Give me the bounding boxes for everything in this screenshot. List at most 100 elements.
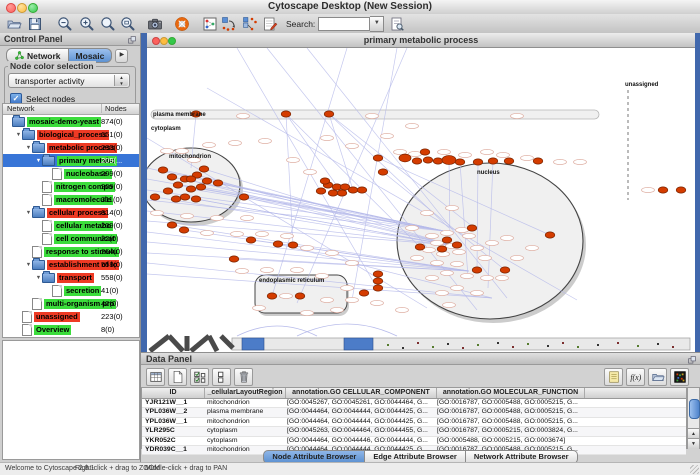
open-icon[interactable] [6, 16, 22, 32]
graph-node[interactable] [167, 222, 177, 228]
network-frame-titlebar[interactable]: primary metabolic process [147, 33, 695, 48]
zoom-out-icon[interactable] [57, 16, 73, 32]
graph-node[interactable] [213, 180, 223, 186]
graph-node[interactable] [455, 159, 465, 165]
tree-row[interactable]: nucleobase-209(0) [3, 167, 139, 180]
graph-node[interactable] [267, 293, 277, 299]
tree-row[interactable]: ▼cellular process614(0) [3, 206, 139, 219]
search-options-icon[interactable] [389, 16, 405, 32]
save-icon[interactable] [27, 16, 43, 32]
table-row[interactable]: YLR295Ccytoplasm[GO:0045263, GO:0044464,… [142, 427, 686, 436]
graph-node[interactable] [357, 187, 367, 193]
graph-node[interactable] [173, 182, 183, 188]
import-attributes-icon[interactable] [648, 368, 667, 386]
minimize-window-icon[interactable] [17, 3, 27, 13]
graph-node[interactable] [320, 178, 330, 184]
tree-row[interactable]: ▼biological_process651(0) [3, 128, 139, 141]
graph-node[interactable] [373, 278, 383, 284]
graph-node[interactable] [328, 190, 338, 196]
graph-node[interactable] [442, 155, 456, 164]
graph-node[interactable] [229, 256, 239, 262]
layout-2-icon[interactable] [242, 16, 258, 32]
snapshot-icon[interactable] [147, 16, 163, 32]
search-input[interactable] [318, 17, 370, 31]
resize-grip-icon[interactable] [690, 465, 699, 474]
graph-node[interactable] [316, 188, 326, 194]
graph-node[interactable] [186, 176, 196, 182]
graph-node[interactable] [423, 157, 433, 163]
annotation-icon[interactable] [262, 16, 278, 32]
tree-expand-icon[interactable]: ▼ [15, 132, 22, 138]
attribute-notes-icon[interactable] [604, 368, 623, 386]
tree-row[interactable]: ▼metabolic process280(0) [3, 141, 139, 154]
overview-icon[interactable] [202, 16, 218, 32]
frame-minimize-icon[interactable] [160, 37, 168, 45]
graph-node[interactable] [348, 187, 358, 193]
tree-expand-icon[interactable]: ▼ [35, 158, 42, 164]
graph-node[interactable] [399, 154, 411, 162]
tree-row[interactable]: secretion41(0) [3, 284, 139, 297]
graph-node[interactable] [281, 111, 291, 117]
graph-node[interactable] [658, 187, 668, 193]
scrollbar-thumb[interactable] [689, 399, 700, 419]
graph-node[interactable] [545, 232, 555, 238]
delete-attributes-icon[interactable] [234, 368, 253, 386]
graph-node[interactable] [150, 194, 160, 200]
graph-node[interactable] [324, 111, 334, 117]
graph-node[interactable] [373, 285, 383, 291]
graph-node[interactable] [500, 267, 510, 273]
graph-node[interactable] [452, 242, 462, 248]
graph-node[interactable] [171, 196, 181, 202]
table-row[interactable]: YKR052Ccytoplasm[GO:0044464, GO:0044446,… [142, 437, 686, 446]
graph-node[interactable] [186, 186, 196, 192]
graph-node[interactable] [433, 158, 443, 164]
tree-row[interactable]: response to stimulu264(0) [3, 245, 139, 258]
graph-node[interactable] [533, 158, 543, 164]
tree-row[interactable]: mosaic-demo-yeast874(0) [3, 115, 139, 128]
select-attributes-icon[interactable] [190, 368, 209, 386]
unselect-attributes-icon[interactable] [212, 368, 231, 386]
table-row[interactable]: YPL036W__2plasma membrane[GO:0044464, GO… [142, 408, 686, 417]
graph-node[interactable] [163, 188, 173, 194]
float-panel-icon[interactable] [127, 35, 137, 45]
new-attribute-icon[interactable] [168, 368, 187, 386]
tree-row[interactable]: nitrogen compo209(0) [3, 180, 139, 193]
graph-node[interactable] [167, 174, 177, 180]
attribute-function-icon[interactable]: f(x) [626, 368, 645, 386]
node-color-dropdown[interactable]: transporter activity ▲▼ [8, 73, 130, 88]
tree-expand-icon[interactable]: ▼ [35, 275, 42, 281]
graph-node[interactable] [202, 178, 212, 184]
graph-node[interactable] [273, 241, 283, 247]
graph-node[interactable] [473, 159, 483, 165]
tree-row[interactable]: ▼primary metabo209(... [3, 154, 139, 167]
graph-node[interactable] [412, 158, 422, 164]
table-column-header[interactable]: _cellularLayoutRegion [205, 388, 286, 398]
graph-node[interactable] [337, 190, 347, 196]
table-column-header[interactable]: annotation.GO CELLULAR_COMPONENT [286, 388, 437, 398]
close-window-icon[interactable] [6, 3, 16, 13]
layout-1-icon[interactable] [221, 16, 237, 32]
zoom-window-icon[interactable] [28, 3, 38, 13]
graph-node[interactable] [467, 225, 477, 231]
frame-zoom-icon[interactable] [168, 37, 176, 45]
graph-node[interactable] [676, 187, 686, 193]
graph-node[interactable] [420, 149, 430, 155]
graph-node[interactable] [437, 246, 447, 252]
table-scrollbar[interactable]: ▲ ▼ [687, 387, 700, 449]
tree-row[interactable]: Overview8(0) [3, 323, 139, 336]
graph-node[interactable] [158, 167, 168, 173]
table-column-header[interactable]: ID [142, 388, 205, 398]
graph-node[interactable] [179, 227, 189, 233]
table-row[interactable]: YPL036W__1mitochondrion[GO:0044464, GO:0… [142, 418, 686, 427]
tree-row[interactable]: cell communicat22(0) [3, 232, 139, 245]
graph-node[interactable] [488, 158, 498, 164]
graph-node[interactable] [196, 184, 206, 190]
tree-row[interactable]: multi-organism pro42(0) [3, 297, 139, 310]
graph-node[interactable] [180, 194, 190, 200]
tree-row[interactable]: cellular metabo209(0) [3, 219, 139, 232]
tab-overflow-button[interactable]: ▶ [115, 49, 128, 63]
graph-node[interactable] [442, 237, 452, 243]
graph-node[interactable] [295, 293, 305, 299]
tree-expand-icon[interactable]: ▼ [25, 145, 32, 151]
tree-row[interactable]: ▼transport558(0) [3, 271, 139, 284]
